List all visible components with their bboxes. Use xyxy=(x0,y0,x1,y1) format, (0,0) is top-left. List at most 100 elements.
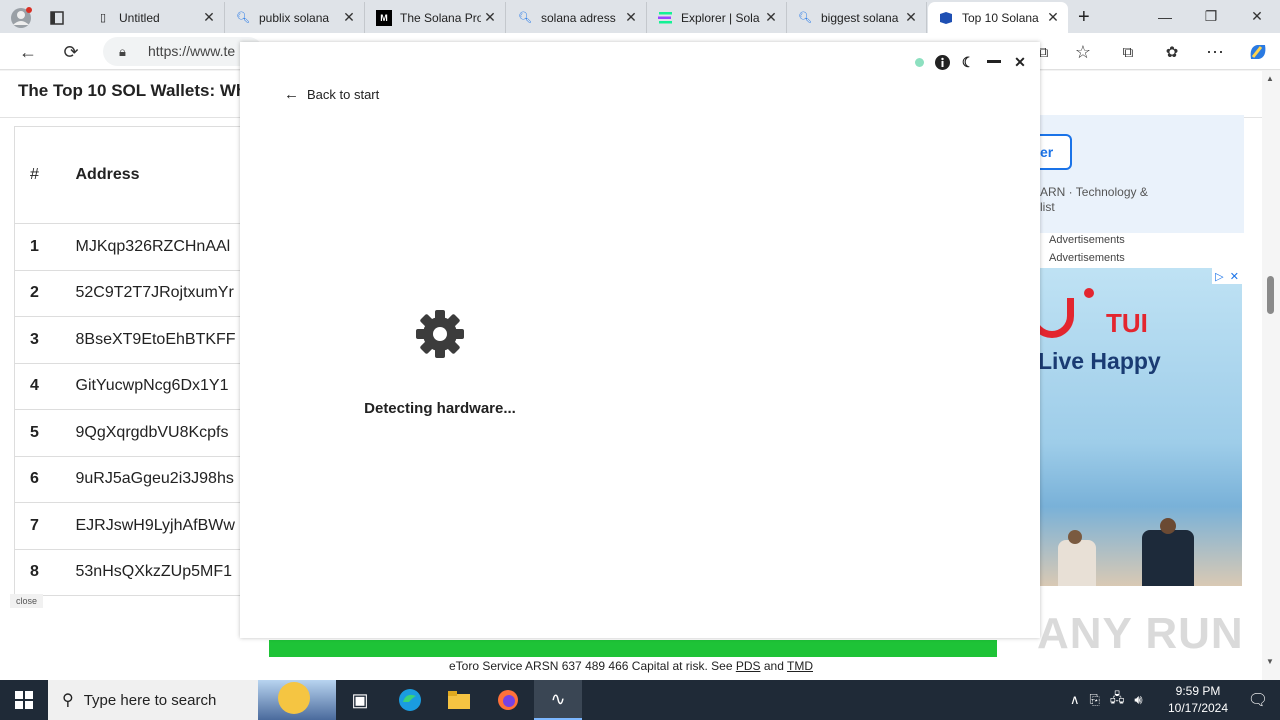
tab-solana-adress[interactable]: 🔍︎ solana adress ✕ xyxy=(507,2,647,33)
new-tab-button[interactable]: + xyxy=(1070,2,1104,33)
firefox-icon[interactable] xyxy=(484,680,532,720)
edge-icon[interactable] xyxy=(386,680,434,720)
taskbar-search[interactable]: ⚲ Type here to search xyxy=(48,680,336,720)
back-arrow-icon[interactable]: ← xyxy=(13,37,43,67)
close-icon[interactable]: ✕ xyxy=(1230,270,1239,283)
disclaimer-and: and xyxy=(760,659,787,673)
search-icon: 🔍︎ xyxy=(518,12,532,24)
gear-icon xyxy=(416,310,464,358)
rank-cell: 6 xyxy=(14,456,76,503)
close-tab-icon[interactable]: ✕ xyxy=(1044,9,1062,26)
tab-untitled[interactable]: ▯ Untitled ✕ xyxy=(85,2,225,33)
search-icon: 🔍︎ xyxy=(798,12,812,24)
refresh-icon[interactable]: ⟳ xyxy=(56,37,86,67)
beach-person xyxy=(1142,530,1194,586)
wallet-connect-modal: ← Back to start ☾ ✕ Detecting hardware..… xyxy=(240,42,1040,638)
rank-cell: 5 xyxy=(14,409,76,457)
rank-cell: 1 xyxy=(14,223,76,271)
tab-label: The Solana Pro xyxy=(400,10,481,25)
close-ad-button[interactable]: close xyxy=(10,594,44,608)
clock-time: 9:59 PM xyxy=(1175,684,1221,698)
info-icon[interactable] xyxy=(934,54,950,70)
extensions-icon[interactable]: ✿ xyxy=(1157,37,1187,67)
close-window-icon[interactable]: ✕ xyxy=(1234,0,1280,33)
back-arrow-icon: ← xyxy=(284,86,299,103)
ad-note-line: list xyxy=(1040,200,1055,214)
close-tab-icon[interactable]: ✕ xyxy=(622,9,640,26)
more-icon[interactable]: ⋯ xyxy=(1200,37,1230,67)
tui-tagline: Live Happy xyxy=(1040,348,1161,374)
search-highlight-image xyxy=(258,680,336,720)
risk-disclaimer: eToro Service ARSN 637 489 466 Capital a… xyxy=(0,659,1262,673)
ad-banner-top[interactable]: er ARN · Technology & list xyxy=(1040,115,1244,233)
tab-label: biggest solana xyxy=(821,10,899,25)
dark-mode-icon[interactable]: ☾ xyxy=(960,54,976,70)
notification-icon[interactable]: 🗨︎ xyxy=(1236,680,1280,720)
ad-note-line: ARN · Technology & xyxy=(1040,185,1148,199)
file-explorer-icon[interactable] xyxy=(435,680,483,720)
tab-label: Top 10 Solana xyxy=(962,10,1039,25)
rank-cell: 7 xyxy=(14,502,76,550)
rank-header: # xyxy=(14,126,76,224)
scrollbar-thumb[interactable] xyxy=(1267,276,1274,314)
tui-logo-dot xyxy=(1084,288,1094,298)
minimize-modal-icon[interactable] xyxy=(986,54,1002,70)
beach-person xyxy=(1058,540,1096,586)
search-placeholder: Type here to search xyxy=(83,691,217,709)
status-text: Detecting hardware... xyxy=(364,400,516,417)
back-to-start-link[interactable]: ← Back to start xyxy=(284,86,379,103)
vertical-scrollbar[interactable]: ▲ ▼ xyxy=(1262,71,1280,680)
pds-link[interactable]: PDS xyxy=(736,659,761,673)
adchoices-icon[interactable]: ▷ xyxy=(1215,270,1223,283)
close-tab-icon[interactable]: ✕ xyxy=(762,9,780,26)
profile-avatar[interactable] xyxy=(0,2,40,33)
tab-actions-icon[interactable] xyxy=(40,2,80,33)
back-to-start-label: Back to start xyxy=(307,87,380,102)
ledger-live-icon[interactable]: ∿ xyxy=(534,680,582,720)
advertisements-label: Advertisements xyxy=(1049,234,1125,246)
close-tab-icon[interactable]: ✕ xyxy=(200,9,218,26)
article-title: The Top 10 SOL Wallets: Who xyxy=(18,81,257,100)
system-tray: ∧ ⎘ 🖧︎ 🔊︎ xyxy=(1070,680,1143,720)
clock-date: 10/17/2024 xyxy=(1167,701,1229,715)
windows-taskbar: ⚲ Type here to search ▣ ∿ ∧ ⎘ 🖧︎ 🔊︎ 9:59… xyxy=(0,680,1280,720)
chevron-up-icon[interactable]: ∧ xyxy=(1070,692,1080,708)
usb-icon[interactable]: ⎘ xyxy=(1090,692,1100,708)
tui-ad[interactable]: TUI Live Happy ▷ ✕ xyxy=(1040,268,1242,586)
rank-cell: 4 xyxy=(14,363,76,410)
scroll-up-icon[interactable]: ▲ xyxy=(1266,74,1274,83)
volume-icon[interactable]: 🔊︎ xyxy=(1134,692,1142,708)
search-icon: ⚲ xyxy=(62,692,74,709)
tmd-link[interactable]: TMD xyxy=(787,659,813,673)
start-button[interactable] xyxy=(0,680,48,720)
ad-cta-button[interactable]: er xyxy=(1040,134,1072,170)
address-bar[interactable]: 🔒︎ https://www.te xyxy=(103,37,263,66)
restore-icon[interactable]: ❐ xyxy=(1188,0,1234,33)
favorites-icon[interactable]: ☆ xyxy=(1068,37,1098,67)
tab-biggest-solana[interactable]: 🔍︎ biggest solana ✕ xyxy=(787,2,927,33)
promo-bar[interactable] xyxy=(269,640,997,657)
search-icon: 🔍︎ xyxy=(236,12,250,24)
tab-publix-solana[interactable]: 🔍︎ publix solana ✕ xyxy=(225,2,365,33)
disclaimer-text: eToro Service ARSN 637 489 466 Capital a… xyxy=(449,659,736,673)
tab-label: Untitled xyxy=(119,10,160,25)
site-icon xyxy=(938,10,954,26)
ad-choices[interactable]: ▷ ✕ xyxy=(1212,268,1242,284)
system-clock[interactable]: 9:59 PM 10/17/2024 xyxy=(1160,683,1236,717)
tab-explorer[interactable]: Explorer | Sola ✕ xyxy=(647,2,787,33)
close-tab-icon[interactable]: ✕ xyxy=(902,9,920,26)
medium-icon: M xyxy=(376,9,392,26)
minimize-icon[interactable]: — xyxy=(1142,0,1188,33)
task-view-icon[interactable]: ▣ xyxy=(336,680,384,720)
close-modal-icon[interactable]: ✕ xyxy=(1012,54,1028,70)
beach-person-head xyxy=(1160,518,1176,534)
close-tab-icon[interactable]: ✕ xyxy=(340,9,358,26)
collections-icon[interactable]: ⧉ xyxy=(1113,37,1143,67)
tab-top-10-solana[interactable]: Top 10 Solana ✕ xyxy=(928,2,1068,33)
close-tab-icon[interactable]: ✕ xyxy=(481,9,499,26)
scroll-down-icon[interactable]: ▼ xyxy=(1266,657,1274,666)
network-icon[interactable]: 🖧︎ xyxy=(1110,689,1125,711)
tab-solana-pro[interactable]: M The Solana Pro ✕ xyxy=(366,2,506,33)
lock-icon: 🔒︎ xyxy=(119,44,126,59)
copilot-icon[interactable] xyxy=(1243,37,1273,67)
